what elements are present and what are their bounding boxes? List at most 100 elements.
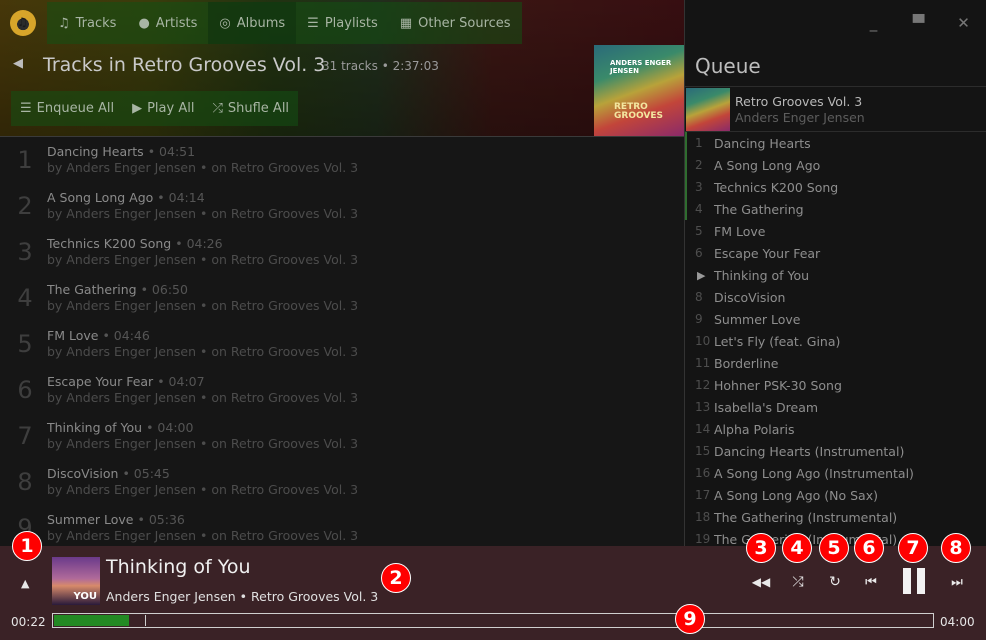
play-all-label: Play All [147, 101, 195, 116]
nav-bar: ♫ Tracks ● Artists ◎ Albums ☰ Playlists … [47, 2, 522, 44]
queue-item-number: 4 [695, 202, 703, 216]
shuffle-icon: ⤮ [792, 574, 804, 590]
track-duration: • 06:50 [140, 282, 188, 297]
tab-tracks[interactable]: ♫ Tracks [47, 2, 127, 44]
queue-item-number: 11 [695, 356, 711, 370]
previous-button[interactable]: ⏮ [860, 572, 882, 592]
tab-playlists[interactable]: ☰ Playlists [296, 2, 389, 44]
tab-other-sources[interactable]: ▦ Other Sources [389, 2, 522, 44]
queue-item[interactable]: 8 DiscoVision [685, 286, 986, 308]
shuffle-all-label: Shufle All [227, 101, 290, 116]
track-title-line: Thinking of You • 04:00 [47, 420, 193, 435]
track-subtitle: by Anders Enger Jensen • on Retro Groove… [47, 252, 359, 267]
queue-item-number: 13 [695, 400, 711, 414]
next-icon: ⏭ [951, 574, 963, 590]
queue-item-title: A Song Long Ago (Instrumental) [714, 465, 914, 481]
queue-item-title: The Gathering (Instrumental) [714, 509, 898, 525]
enqueue-all-button[interactable]: ☰ Enqueue All [11, 91, 123, 126]
track-row[interactable]: 5 FM Love • 04:46 by Anders Enger Jensen • … [0, 322, 684, 368]
queue-item-number: 9 [695, 312, 703, 326]
tab-label: Playlists [324, 15, 378, 31]
progress-bar[interactable] [52, 613, 934, 628]
back-arrow-icon[interactable]: ◀ [13, 56, 23, 71]
queue-item-title: The Gathering [714, 201, 804, 217]
track-duration: • 04:00 [146, 420, 194, 435]
expand-up-icon[interactable]: ▲ [21, 577, 29, 590]
track-row[interactable]: 3 Technics K200 Song • 04:26 by Anders Enge… [0, 230, 684, 276]
track-title-line: A Song Long Ago • 04:14 [47, 190, 205, 205]
queue-album-header[interactable]: Retro Grooves Vol. 3 Anders Enger Jensen [685, 86, 986, 132]
tab-albums[interactable]: ◎ Albums [208, 2, 297, 44]
queue-item[interactable]: 1 Dancing Hearts [685, 132, 986, 154]
album-cover: ANDERS ENGER JENSEN RETRO GROOVES [594, 45, 684, 136]
shuffle-all-button[interactable]: ⤮ Shufle All [203, 91, 298, 126]
annotation-badge-1: 1 [12, 531, 42, 561]
track-row[interactable]: 8 DiscoVision • 05:45 by Anders Enger Jense… [0, 460, 684, 506]
queue-item-number: 17 [695, 488, 711, 502]
rewind-button[interactable]: ◀◀ [750, 572, 772, 592]
queue-item[interactable]: ▶ Thinking of You [685, 264, 986, 286]
tab-label: Tracks [75, 15, 117, 31]
queue-item[interactable]: 9 Summer Love [685, 308, 986, 330]
queue-item[interactable]: 18 The Gathering (Instrumental) [685, 506, 986, 528]
track-row[interactable]: 2 A Song Long Ago • 04:14 by Anders Enger J… [0, 184, 684, 230]
queue-title: Queue [695, 54, 761, 78]
close-button[interactable]: ✕ [941, 0, 986, 46]
annotation-badge-3: 3 [746, 533, 776, 563]
track-title-line: Summer Love • 05:36 [47, 512, 185, 527]
minimize-button[interactable]: _ [851, 0, 896, 46]
queue-item[interactable]: 11 Borderline [685, 352, 986, 374]
tab-artists[interactable]: ● Artists [127, 2, 208, 44]
annotation-badge-4: 4 [782, 533, 812, 563]
now-playing-cover[interactable]: YOU [52, 557, 100, 605]
queue-item[interactable]: 4 The Gathering [685, 198, 986, 220]
track-title-line: Dancing Hearts • 04:51 [47, 144, 195, 159]
queue-item[interactable]: 5 FM Love [685, 220, 986, 242]
track-title: The Gathering [47, 282, 137, 297]
tab-label: Artists [155, 15, 198, 31]
pause-icon [917, 568, 925, 594]
next-button[interactable]: ⏭ [946, 572, 968, 592]
queue-item[interactable]: 16 A Song Long Ago (Instrumental) [685, 462, 986, 484]
annotation-badge-2: 2 [381, 563, 411, 593]
track-title: FM Love [47, 328, 99, 343]
queue-item-title: Isabella's Dream [714, 399, 819, 415]
queue-item[interactable]: 12 Hohner PSK-30 Song [685, 374, 986, 396]
progress-fill [54, 615, 129, 626]
track-row[interactable]: 4 The Gathering • 06:50 by Anders Enger Jen… [0, 276, 684, 322]
maximize-button[interactable]: ▀ [896, 0, 941, 46]
track-row[interactable]: 7 Thinking of You • 04:00 by Anders Enger J… [0, 414, 684, 460]
track-subtitle: by Anders Enger Jensen • on Retro Groove… [47, 344, 359, 359]
queue-item[interactable]: 2 A Song Long Ago [685, 154, 986, 176]
queue-item[interactable]: 13 Isabella's Dream [685, 396, 986, 418]
track-title-line: FM Love • 04:46 [47, 328, 150, 343]
track-subtitle: by Anders Enger Jensen • on Retro Groove… [47, 482, 359, 497]
tab-label: Albums [236, 15, 286, 31]
queue-item[interactable]: 10 Let's Fly (feat. Gina) [685, 330, 986, 352]
track-row[interactable]: 1 Dancing Hearts • 04:51 by Anders Enger Je… [0, 138, 684, 184]
queue-panel: _ ▀ ✕ Queue Retro Grooves Vol. 3 Anders … [684, 0, 986, 546]
queue-item[interactable]: 6 Escape Your Fear [685, 242, 986, 264]
queue-item-title: FM Love [714, 223, 766, 239]
queue-item[interactable]: 15 Dancing Hearts (Instrumental) [685, 440, 986, 462]
queue-item-title: Technics K200 Song [714, 179, 839, 195]
track-row[interactable]: 6 Escape Your Fear • 04:07 by Anders Enger … [0, 368, 684, 414]
queue-item[interactable]: 17 A Song Long Ago (No Sax) [685, 484, 986, 506]
track-title: Thinking of You [47, 420, 143, 435]
track-subtitle: by Anders Enger Jensen • on Retro Groove… [47, 390, 359, 405]
queue-item[interactable]: 3 Technics K200 Song [685, 176, 986, 198]
queue-list: 1 Dancing Hearts 2 A Song Long Ago 3 Technics… [685, 132, 986, 546]
queue-item-number: 12 [695, 378, 711, 392]
queue-item-title: A Song Long Ago (No Sax) [714, 487, 878, 503]
repeat-button[interactable]: ↻ [824, 572, 846, 592]
shuffle-button[interactable]: ⤮ [787, 572, 809, 592]
play-all-button[interactable]: ▶ Play All [123, 91, 203, 126]
queue-item[interactable]: 14 Alpha Polaris [685, 418, 986, 440]
queue-album-thumb [686, 88, 730, 131]
track-row[interactable]: 9 Summer Love • 05:36 by Anders Enger Jense… [0, 506, 684, 546]
queue-item-title: Let's Fly (feat. Gina) [714, 333, 841, 349]
queue-item-title: Summer Love [714, 311, 801, 327]
track-subtitle: by Anders Enger Jensen • on Retro Groove… [47, 160, 359, 175]
enqueue-icon: ☰ [20, 101, 32, 116]
pause-button[interactable] [900, 567, 928, 595]
